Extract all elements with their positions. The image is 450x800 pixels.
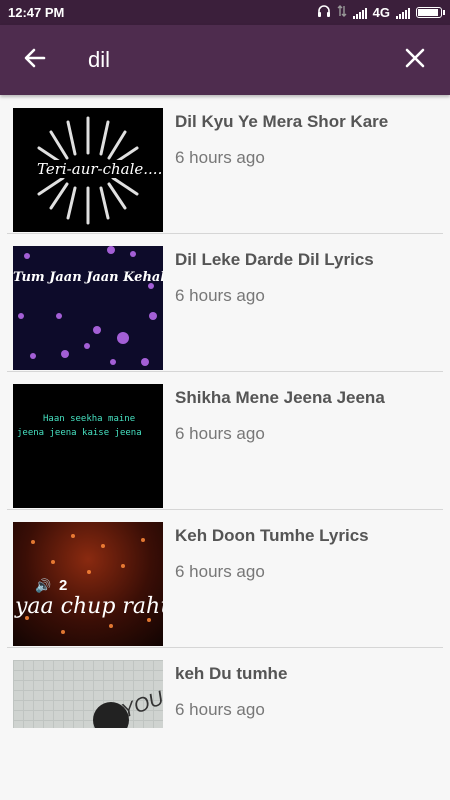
result-title: Keh Doon Tumhe Lyrics [175, 526, 369, 545]
thumbnail-caption: Teri-aur-chale.... [35, 160, 163, 178]
thumbnail-caption: Haan seekha maine [43, 414, 136, 424]
video-thumbnail: Teri-aur-chale.... [13, 108, 163, 232]
thumbnail-caption: YOU [118, 687, 163, 723]
result-item[interactable]: YOU keh Du tumhe 6 hours ago [7, 648, 443, 728]
result-item[interactable]: Tum Jaan Jaan Kehake Dil Leke Darde Dil … [7, 234, 443, 372]
result-title: Shikha Mene Jeena Jeena [175, 388, 385, 407]
result-title: keh Du tumhe [175, 664, 288, 683]
signal-icon-2 [396, 7, 410, 19]
data-transfer-icon [337, 4, 347, 21]
result-time: 6 hours ago [175, 286, 265, 305]
result-item[interactable]: Teri-aur-chale.... Dil Kyu Ye Mera Shor … [7, 96, 443, 234]
thumbnail-caption: Tum Jaan Jaan Kehake [13, 270, 163, 285]
video-thumbnail: Haan seekha maine jeena jeena kaise jeen… [13, 384, 163, 508]
result-item[interactable]: Haan seekha maine jeena jeena kaise jeen… [7, 372, 443, 510]
result-title: Dil Kyu Ye Mera Shor Kare [175, 112, 389, 131]
battery-level [418, 9, 438, 16]
search-app-bar [0, 25, 450, 95]
video-thumbnail: 🔊 2 yaa chup rahu [13, 522, 163, 646]
clear-search-button[interactable] [392, 37, 438, 83]
result-item[interactable]: 🔊 2 yaa chup rahu Keh Doon Tumhe Lyrics … [7, 510, 443, 648]
battery-icon [416, 7, 445, 18]
thumbnail-caption-2: jeena jeena kaise jeena [17, 428, 142, 438]
search-results-list: Teri-aur-chale.... Dil Kyu Ye Mera Shor … [0, 96, 450, 728]
thumbnail-caption-2: 2 [59, 577, 68, 594]
thumbnail-caption: yaa chup rahu [15, 594, 163, 619]
result-time: 6 hours ago [175, 148, 265, 167]
result-time: 6 hours ago [175, 562, 265, 581]
network-type: 4G [372, 5, 390, 20]
result-time: 6 hours ago [175, 424, 265, 443]
video-thumbnail: Tum Jaan Jaan Kehake [13, 246, 163, 370]
arrow-left-icon [23, 46, 47, 75]
status-bar: 12:47 PM 4G [0, 0, 450, 25]
status-time: 12:47 PM [8, 5, 65, 20]
video-thumbnail: YOU [13, 660, 163, 728]
back-button[interactable] [12, 37, 58, 83]
headphones-icon [317, 4, 331, 21]
result-title: Dil Leke Darde Dil Lyrics [175, 250, 374, 269]
result-time: 6 hours ago [175, 700, 265, 719]
search-input[interactable] [88, 45, 378, 75]
signal-icon [352, 7, 367, 19]
volume-icon: 🔊 [35, 578, 52, 593]
close-icon [404, 47, 426, 74]
status-icons: 4G [317, 4, 445, 21]
